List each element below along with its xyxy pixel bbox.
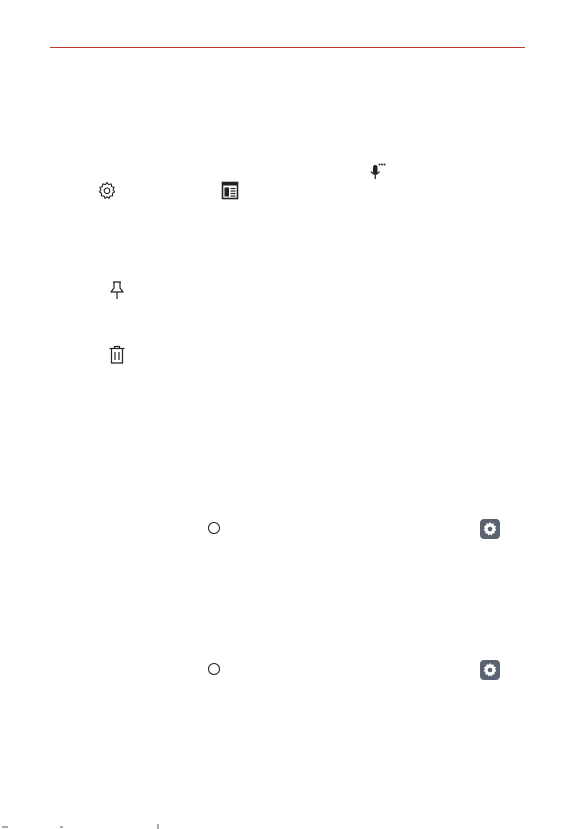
settings-tile-icon <box>480 660 500 680</box>
pin-icon <box>108 280 126 300</box>
home-button-icon <box>208 522 220 534</box>
bottom-edge-fragments <box>2 824 159 829</box>
voice-input-icon <box>367 162 387 182</box>
settings-tile-icon <box>480 519 500 539</box>
home-button-icon <box>208 663 220 675</box>
trash-icon <box>108 345 126 365</box>
header-rule <box>50 47 525 48</box>
reader-mode-icon <box>221 181 239 201</box>
settings-gear-icon <box>97 181 117 201</box>
